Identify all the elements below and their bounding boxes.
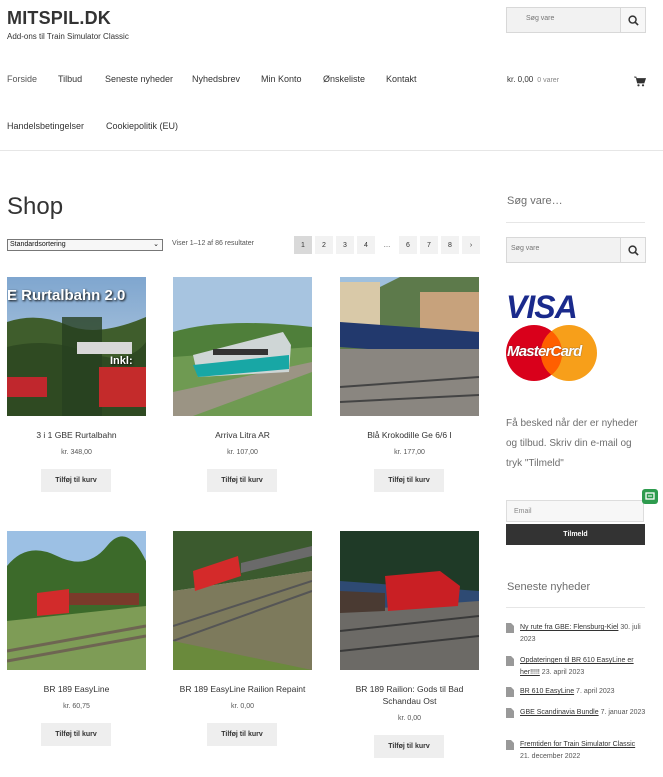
nav-item-onskeliste[interactable]: Ønskeliste [323, 74, 365, 84]
subscribe-button[interactable]: Tilmeld [506, 524, 645, 545]
email-field[interactable]: Email [506, 500, 644, 522]
site-description: Add-ons til Train Simulator Classic [7, 32, 129, 41]
result-count: Viser 1–12 af 86 resultater [172, 240, 254, 247]
product-price: kr. 0,00 [231, 703, 254, 710]
news-item: Opdateringen til BR 610 EasyLine er her!… [506, 655, 646, 679]
product-title[interactable]: BR 189 EasyLine [7, 683, 146, 695]
news-date: 23. april 2023 [541, 669, 585, 676]
product-image[interactable] [340, 531, 479, 670]
nav-item-forside[interactable]: Forside [7, 74, 37, 84]
page-1[interactable]: 1 [294, 236, 312, 254]
nav-item-handelsbetingelser[interactable]: Handelsbetingelser [7, 121, 84, 131]
nav-item-seneste-nyheder[interactable]: Seneste nyheder [105, 74, 173, 84]
page-7[interactable]: 7 [420, 236, 438, 254]
news-link[interactable]: Fremtiden for Train Simulator Classic [520, 741, 635, 748]
feedback-icon[interactable] [642, 489, 658, 504]
add-to-cart-button[interactable]: Tilføj til kurv [374, 469, 444, 492]
news-item: Ny rute fra GBE: Flensburg-Kiel 30. juli… [506, 622, 646, 646]
product-price: kr. 177,00 [394, 449, 425, 456]
sort-selected: Standardsortering [10, 241, 66, 248]
nav-item-min-konto[interactable]: Min Konto [261, 74, 302, 84]
page-ellipsis: … [383, 241, 391, 249]
sidebar-search-heading: Søg vare… [507, 195, 563, 207]
newsletter-text: Få besked når der er nyheder og tilbud. … [506, 418, 638, 469]
product-image[interactable] [173, 277, 312, 416]
search-input[interactable] [526, 15, 616, 22]
document-icon [506, 656, 514, 666]
product-title[interactable]: Arriva Litra AR [173, 429, 312, 441]
product-price: kr. 0,00 [398, 715, 421, 722]
product-image-caption: E Rurtalbahn 2.0 [7, 287, 126, 304]
product-title[interactable]: Blå Krokodille Ge 6/6 I [340, 429, 479, 441]
product-price: kr. 60,75 [63, 703, 90, 710]
news-link[interactable]: GBE Scandinavia Bundle [520, 709, 599, 716]
page-2[interactable]: 2 [315, 236, 333, 254]
page-title: Shop [7, 193, 64, 220]
document-icon [506, 623, 514, 633]
news-heading: Seneste nyheder [507, 581, 591, 593]
page-next[interactable]: › [462, 236, 480, 254]
sidebar-search [506, 237, 646, 263]
add-to-cart-button[interactable]: Tilføj til kurv [41, 723, 111, 746]
product-title[interactable]: BR 189 Railion: Gods til Bad Schandau Os… [340, 683, 479, 707]
add-to-cart-button[interactable]: Tilføj til kurv [41, 469, 111, 492]
product-image[interactable]: E Rurtalbahn 2.0 Inkl: [7, 277, 146, 416]
search-icon [627, 244, 639, 256]
search-icon [627, 14, 639, 26]
product-price: kr. 348,00 [61, 449, 92, 456]
document-icon [506, 687, 514, 697]
sidebar-search-button[interactable] [620, 238, 645, 262]
product-image-caption-inkl: Inkl: [110, 355, 133, 367]
document-icon [506, 740, 514, 750]
add-to-cart-button[interactable]: Tilføj til kurv [207, 469, 277, 492]
news-link[interactable]: Ny rute fra GBE: Flensburg-Kiel [520, 624, 618, 631]
document-icon [506, 708, 514, 718]
header-divider [0, 150, 663, 151]
nav-item-nyhedsbrev[interactable]: Nyhedsbrev [192, 74, 240, 84]
chevron-down-icon: ⌄ [153, 241, 159, 248]
site-title[interactable]: MITSPIL.DK [7, 8, 111, 29]
page-3[interactable]: 3 [336, 236, 354, 254]
cart-total: kr. 0,00 [507, 75, 534, 84]
nav-item-tilbud[interactable]: Tilbud [58, 74, 82, 84]
news-item: Fremtiden for Train Simulator Classic 21… [506, 739, 646, 763]
product-title[interactable]: 3 i 1 GBE Rurtalbahn [7, 429, 146, 441]
page-4[interactable]: 4 [357, 236, 375, 254]
add-to-cart-button[interactable]: Tilføj til kurv [374, 735, 444, 758]
news-date: 7. april 2023 [576, 688, 615, 695]
product-image[interactable] [340, 277, 479, 416]
cart-items: 0 varer [537, 77, 560, 84]
news-date: 7. januar 2023 [600, 709, 646, 716]
news-link[interactable]: BR 610 EasyLine [520, 688, 574, 695]
nav-item-kontakt[interactable]: Kontakt [386, 74, 417, 84]
sort-select[interactable]: Standardsortering ⌄ [7, 239, 163, 251]
cart-icon[interactable] [634, 74, 647, 92]
news-date: 21. december 2022 [520, 753, 581, 760]
sidebar-divider [506, 222, 645, 223]
payment-logos: VISA MasterCard [506, 290, 598, 382]
page-8[interactable]: 8 [441, 236, 459, 254]
sidebar-divider [506, 607, 645, 608]
search-button[interactable] [620, 8, 645, 32]
visa-logo: VISA [506, 289, 578, 325]
page-6[interactable]: 6 [399, 236, 417, 254]
product-image[interactable] [173, 531, 312, 670]
cart-summary[interactable]: kr. 0,00 0 varer [507, 75, 559, 84]
sidebar-search-input[interactable] [511, 245, 601, 252]
header-search [506, 7, 646, 33]
add-to-cart-button[interactable]: Tilføj til kurv [207, 723, 277, 746]
product-title[interactable]: BR 189 EasyLine Railion Repaint [173, 683, 312, 695]
news-item: GBE Scandinavia Bundle 7. januar 2023 [506, 707, 646, 719]
product-price: kr. 107,00 [227, 449, 258, 456]
news-item: BR 610 EasyLine 7. april 2023 [506, 686, 646, 698]
mastercard-text: MasterCard [507, 343, 582, 360]
nav-item-cookiepolitik[interactable]: Cookiepolitik (EU) [106, 121, 178, 131]
product-image[interactable] [7, 531, 146, 670]
